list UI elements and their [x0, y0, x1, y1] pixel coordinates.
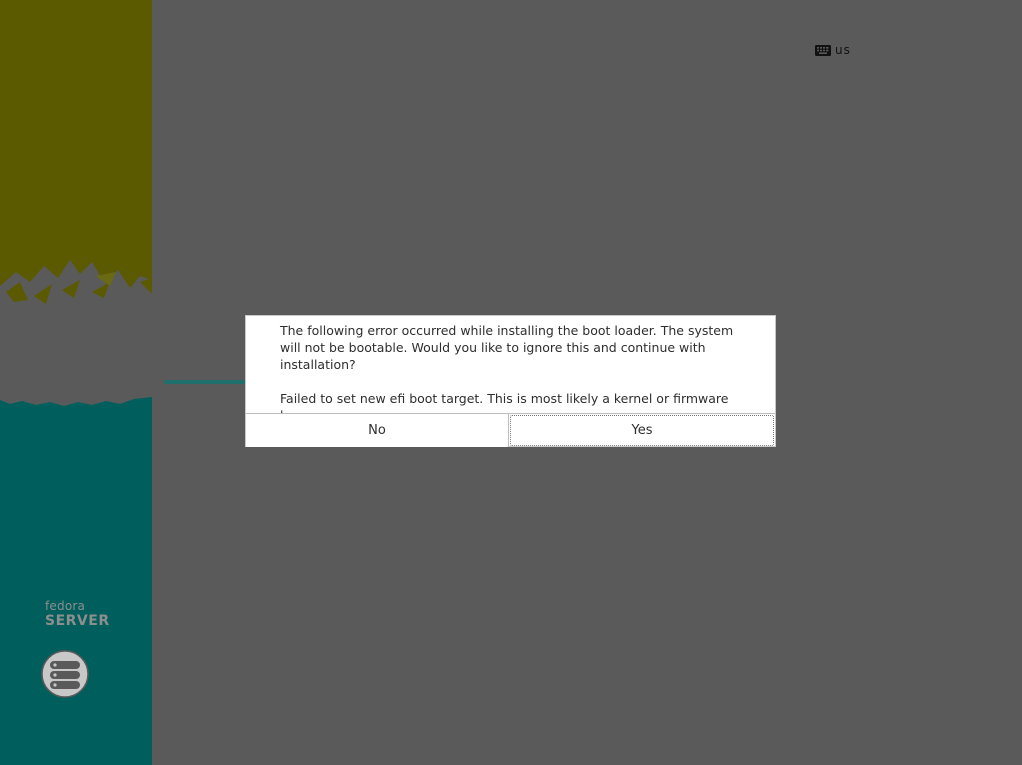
no-button[interactable]: No — [246, 414, 509, 447]
sidebar: fedora SERVER — [0, 0, 152, 765]
dialog-message: The following error occurred while insta… — [280, 323, 734, 372]
keyboard-icon — [815, 44, 831, 56]
fedora-server-wordmark: fedora SERVER — [45, 600, 110, 628]
dialog-button-row: No Yes — [246, 413, 775, 447]
fedora-server-icon — [41, 650, 89, 698]
keyboard-layout-indicator[interactable]: us — [815, 42, 851, 58]
installation-progress-fill — [164, 380, 248, 384]
brand-big-text: SERVER — [45, 613, 110, 629]
dialog-message-area: The following error occurred while insta… — [280, 322, 750, 424]
brand-small-text: fedora — [45, 599, 86, 613]
bootloader-error-dialog: The following error occurred while insta… — [245, 315, 776, 447]
keyboard-layout-label: us — [835, 43, 851, 57]
yes-button[interactable]: Yes — [510, 415, 774, 446]
